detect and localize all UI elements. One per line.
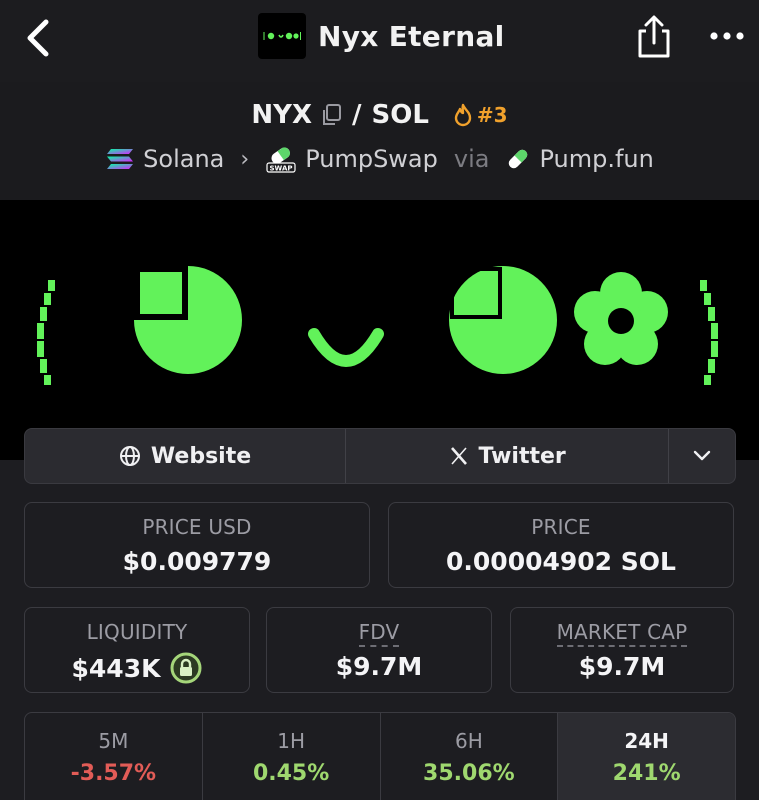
liquidity-card: LIQUIDITY $443K bbox=[24, 607, 250, 693]
more-horizontal-icon bbox=[710, 32, 744, 40]
website-button[interactable]: Website bbox=[25, 429, 347, 483]
twitter-button[interactable]: Twitter bbox=[346, 429, 670, 483]
copy-address-button[interactable] bbox=[320, 103, 342, 127]
tab-24h[interactable]: 24H 241% bbox=[558, 713, 735, 800]
website-label: Website bbox=[150, 443, 252, 469]
pumpfun-pill-icon bbox=[509, 149, 528, 169]
pair-header: NYX / SOL #3 Solana › SWAP PumpSwap via … bbox=[0, 82, 759, 200]
tf-label: 5M bbox=[98, 729, 129, 753]
chain-name[interactable]: Solana bbox=[143, 145, 224, 173]
launchpad-name[interactable]: Pump.fun bbox=[539, 145, 653, 173]
tf-change: -3.57% bbox=[70, 761, 157, 786]
chevron-left-icon bbox=[27, 19, 49, 57]
tf-label: 24H bbox=[624, 729, 669, 753]
liquidity-value: $443K bbox=[71, 653, 161, 683]
pair-separator: / bbox=[352, 100, 362, 130]
price-usd-label: PRICE USD bbox=[142, 515, 252, 539]
tf-label: 6H bbox=[454, 729, 483, 753]
solana-logo-icon bbox=[107, 149, 134, 169]
trending-rank[interactable]: #3 bbox=[453, 103, 508, 127]
globe-icon bbox=[119, 446, 140, 466]
pair-title-row: NYX / SOL #3 bbox=[0, 100, 759, 130]
fdv-card[interactable]: FDV $9.7M bbox=[266, 607, 492, 693]
fdv-value: $9.7M bbox=[335, 652, 423, 681]
price-usd-value: $0.009779 bbox=[122, 547, 272, 576]
share-button[interactable] bbox=[634, 14, 674, 60]
copy-icon bbox=[323, 104, 342, 125]
more-links-button[interactable] bbox=[669, 429, 735, 483]
market-cap-card[interactable]: MARKET CAP $9.7M bbox=[510, 607, 734, 693]
tf-label: 1H bbox=[277, 729, 305, 753]
title-group: Nyx Eternal bbox=[258, 12, 505, 60]
chevron-right-icon: › bbox=[240, 146, 250, 172]
tab-5m[interactable]: 5M -3.57% bbox=[25, 713, 203, 800]
tf-change: 0.45% bbox=[252, 761, 330, 786]
tf-change: 35.06% bbox=[423, 761, 515, 786]
tab-1h[interactable]: 1H 0.45% bbox=[203, 713, 381, 800]
top-bar: Nyx Eternal bbox=[0, 0, 759, 82]
tf-change: 241% bbox=[612, 761, 681, 786]
price-native-label: PRICE bbox=[531, 515, 591, 539]
timeframe-change-tabs: 5M -3.57% 1H 0.45% 6H 35.06% 24H 241% bbox=[24, 712, 736, 800]
dex-name[interactable]: PumpSwap bbox=[305, 145, 438, 173]
x-logo-icon bbox=[450, 447, 467, 465]
market-cap-label: MARKET CAP bbox=[556, 620, 688, 647]
share-icon bbox=[638, 15, 670, 58]
token-face-icon bbox=[263, 32, 301, 40]
liquidity-label: LIQUIDITY bbox=[86, 620, 188, 644]
price-native-value: 0.00004902 SOL bbox=[446, 547, 676, 576]
token-avatar bbox=[258, 13, 306, 59]
token-banner-image bbox=[0, 200, 759, 460]
twitter-label: Twitter bbox=[478, 443, 566, 469]
pumpswap-logo-icon: SWAP bbox=[266, 147, 296, 173]
back-button[interactable] bbox=[22, 18, 56, 58]
fdv-label: FDV bbox=[358, 620, 400, 647]
market-cap-value: $9.7M bbox=[578, 652, 666, 681]
rank-label: #3 bbox=[476, 103, 508, 127]
lock-icon[interactable] bbox=[170, 652, 202, 684]
tab-6h[interactable]: 6H 35.06% bbox=[381, 713, 559, 800]
chain-breadcrumb: Solana › SWAP PumpSwap via Pump.fun bbox=[0, 144, 759, 174]
chevron-down-icon bbox=[693, 450, 711, 461]
via-label: via bbox=[453, 145, 490, 173]
price-native-card: PRICE 0.00004902 SOL bbox=[388, 502, 734, 588]
social-links-bar: Website Twitter bbox=[24, 428, 736, 484]
quote-token-symbol: SOL bbox=[371, 100, 429, 130]
flame-icon bbox=[454, 103, 472, 127]
kaomoji-artwork bbox=[37, 266, 718, 385]
page-title: Nyx Eternal bbox=[318, 19, 505, 53]
svg-text:SWAP: SWAP bbox=[270, 165, 293, 173]
more-button[interactable] bbox=[706, 22, 748, 50]
base-token-symbol: NYX bbox=[251, 100, 313, 130]
price-usd-card: PRICE USD $0.009779 bbox=[24, 502, 370, 588]
